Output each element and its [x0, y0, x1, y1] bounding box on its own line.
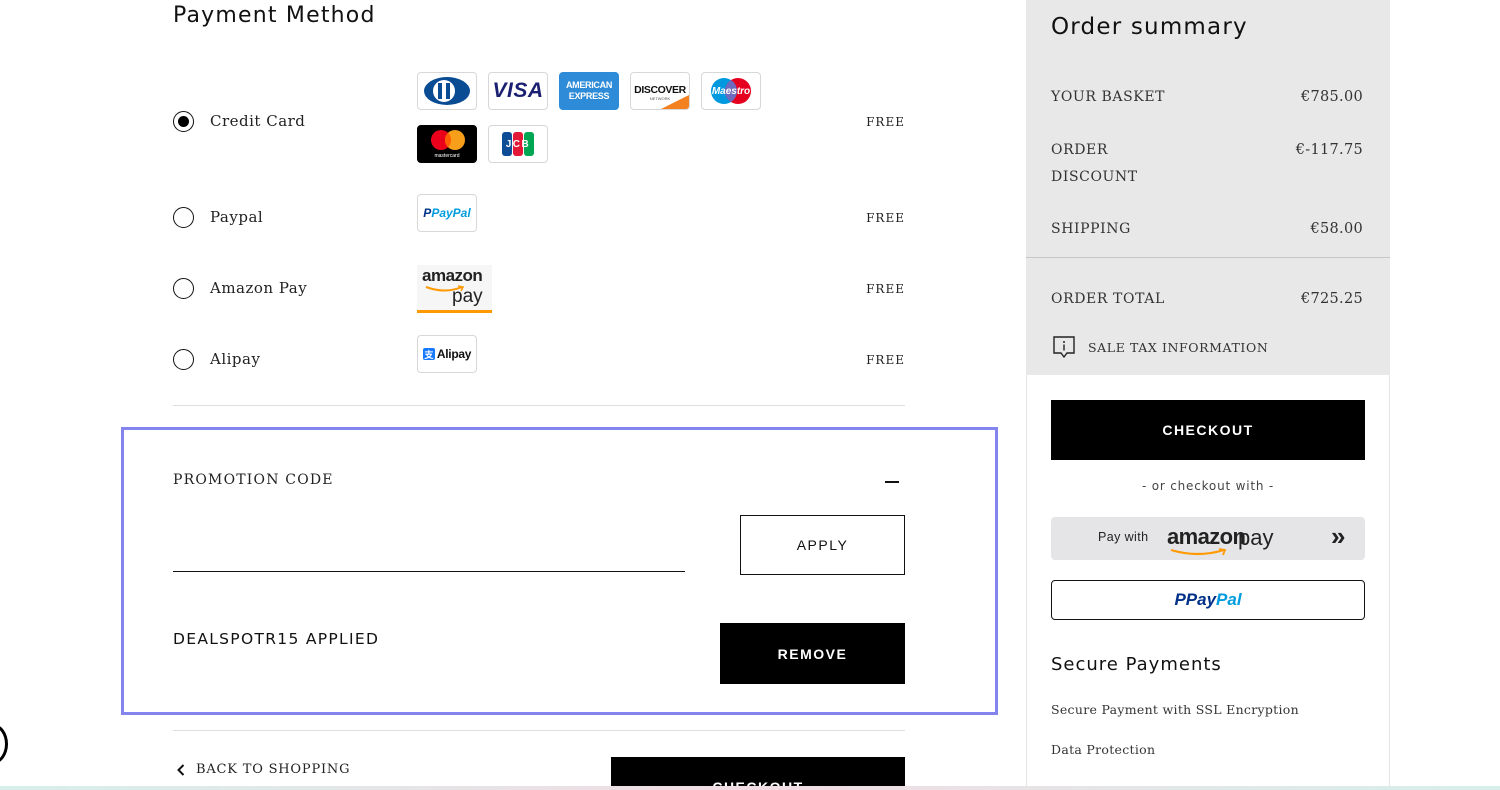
shipping-value: €58.00 [1310, 221, 1363, 237]
order-total-value: €725.25 [1300, 291, 1363, 307]
discount-value: €-117.75 [1295, 142, 1363, 158]
chevron-left-icon [177, 763, 185, 776]
american-express-icon: AMERICAN EXPRESS [559, 72, 619, 110]
paypal-radio[interactable] [173, 207, 194, 228]
amazon-pay-icon: amazon pay [417, 265, 492, 313]
double-chevron-right-icon: » [1331, 521, 1346, 551]
info-bubble-icon [1053, 336, 1075, 359]
promotion-code-input[interactable] [173, 530, 685, 572]
amazon-smile-icon [1170, 548, 1227, 556]
payment-option-label: Credit Card [210, 112, 306, 130]
apply-button[interactable]: APPLY [740, 515, 905, 575]
amazon-wordmark: amazon [1167, 524, 1246, 549]
back-to-shopping-link[interactable]: BACK TO SHOPPING [177, 762, 350, 777]
payment-option-amazon-pay[interactable]: Amazon Pay FREE [173, 277, 905, 301]
amazon-pay-button[interactable]: Pay with amazon pay » [1051, 517, 1365, 560]
section-divider [173, 730, 905, 731]
sale-tax-info-link[interactable]: SALE TAX INFORMATION [1052, 335, 1268, 359]
paypal-checkout-button[interactable]: PPayPal [1051, 580, 1365, 620]
shipping-label: SHIPPING [1051, 221, 1131, 237]
data-protection-item: Data Protection [1051, 742, 1156, 757]
payment-option-label: Amazon Pay [210, 279, 308, 297]
payment-option-cost: FREE [866, 115, 905, 129]
promotion-code-title: PROMOTION CODE [173, 472, 334, 488]
payment-option-cost: FREE [866, 353, 905, 367]
payment-option-label: Alipay [210, 350, 261, 368]
paypal-p-icon: P [1174, 590, 1186, 609]
pay-with-label: Pay with [1098, 530, 1149, 544]
diners-club-icon [417, 72, 477, 110]
credit-card-radio[interactable] [173, 111, 194, 132]
section-divider [173, 405, 905, 406]
discover-icon: DISCOVER NETWORK [630, 72, 690, 110]
maestro-icon: Maestro [701, 72, 761, 110]
payment-option-alipay[interactable]: Alipay FREE [173, 348, 905, 372]
basket-label: YOUR BASKET [1051, 89, 1166, 105]
summary-divider [1026, 257, 1390, 258]
alipay-mark-icon: 支 [422, 348, 435, 361]
visa-icon: VISA [488, 72, 548, 110]
remove-promotion-button[interactable]: REMOVE [720, 623, 905, 684]
secure-payment-item: Secure Payment with SSL Encryption [1051, 702, 1299, 717]
checkout-button[interactable]: CHECKOUT [1051, 400, 1365, 460]
payment-option-cost: FREE [866, 211, 905, 225]
payment-option-paypal[interactable]: Paypal FREE [173, 206, 905, 230]
payment-option-cost: FREE [866, 282, 905, 296]
alipay-radio[interactable] [173, 349, 194, 370]
discount-label-line1: ORDER [1051, 142, 1109, 158]
back-to-shopping-label: BACK TO SHOPPING [196, 762, 351, 777]
paypal-icon: PPayPal [417, 194, 477, 232]
amazon-pay-word: pay [1238, 525, 1274, 550]
mastercard-icon: mastercard [417, 125, 477, 163]
sale-tax-info-label: SALE TAX INFORMATION [1088, 339, 1269, 355]
payment-method-title: Payment Method [173, 3, 376, 28]
basket-value: €785.00 [1300, 89, 1363, 105]
promotion-applied-text: DEALSPOTR15 APPLIED [173, 630, 380, 648]
amazon-pay-radio[interactable] [173, 278, 194, 299]
discount-label-line2: DISCOUNT [1051, 169, 1138, 185]
floating-circle-icon[interactable] [0, 724, 8, 764]
jcb-icon: JCB [488, 125, 548, 163]
order-summary-title: Order summary [1051, 14, 1248, 40]
alipay-icon: 支 Alipay [417, 335, 477, 373]
or-checkout-with-text: - or checkout with - [1141, 479, 1274, 493]
payment-option-label: Paypal [210, 208, 264, 226]
order-total-label: ORDER TOTAL [1051, 291, 1165, 307]
secure-payments-title: Secure Payments [1051, 654, 1222, 675]
bottom-strip [0, 786, 1500, 790]
paypal-wordmark: PPayPal [1174, 590, 1242, 609]
collapse-minus-icon[interactable] [885, 481, 899, 483]
